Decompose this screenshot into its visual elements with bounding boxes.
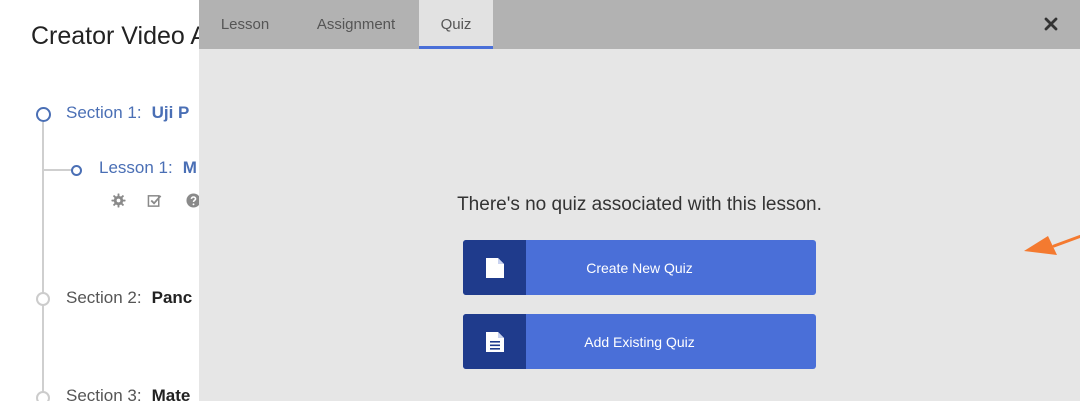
section-2-name: Panc: [151, 288, 193, 307]
section-1-name: Uji P: [151, 103, 190, 122]
empty-quiz-message: There's no quiz associated with this les…: [457, 194, 822, 215]
close-icon[interactable]: [1044, 17, 1058, 31]
section-3-node: [36, 391, 50, 401]
section-3-label: Section 3:: [66, 386, 142, 401]
annotation-arrow-icon: [1024, 234, 1080, 255]
timeline-branch: [44, 169, 72, 171]
create-new-quiz-label: Create New Quiz: [586, 259, 693, 276]
create-new-quiz-button[interactable]: Create New Quiz: [463, 240, 816, 295]
lesson-1-label: Lesson 1:: [99, 158, 173, 177]
section-2-node: [36, 292, 50, 306]
section-1-node: [36, 107, 51, 122]
lesson-1-node: [71, 165, 82, 176]
timeline-line: [42, 122, 44, 401]
add-existing-quiz-label: Add Existing Quiz: [584, 333, 695, 350]
add-existing-quiz-button[interactable]: Add Existing Quiz: [463, 314, 816, 369]
blank-document-icon: [463, 240, 526, 295]
section-2-row[interactable]: Section 2: Panc: [66, 288, 192, 308]
lesson-1-name: M: [182, 158, 197, 177]
section-3-row[interactable]: Section 3: Mate: [66, 386, 190, 401]
section-1-label: Section 1:: [66, 103, 142, 122]
page-title: Creator Video A: [31, 22, 208, 50]
lesson-1-row[interactable]: Lesson 1: M: [99, 158, 197, 178]
tab-lesson[interactable]: Lesson: [199, 0, 291, 49]
section-3-name: Mate: [151, 386, 191, 401]
checkbox-icon[interactable]: [147, 192, 163, 208]
section-2-label: Section 2:: [66, 288, 142, 307]
quiz-modal: Lesson Assignment Quiz There's no quiz a…: [199, 0, 1080, 401]
page: Creator Video A Section 1: Uji P Lesson 1…: [0, 0, 1080, 401]
modal-tab-bar: Lesson Assignment Quiz: [199, 0, 1080, 49]
tab-quiz[interactable]: Quiz: [419, 0, 493, 49]
tab-assignment[interactable]: Assignment: [295, 0, 417, 49]
gear-icon[interactable]: [110, 192, 126, 208]
text-document-icon: [463, 314, 526, 369]
section-1-row[interactable]: Section 1: Uji P: [66, 103, 189, 123]
